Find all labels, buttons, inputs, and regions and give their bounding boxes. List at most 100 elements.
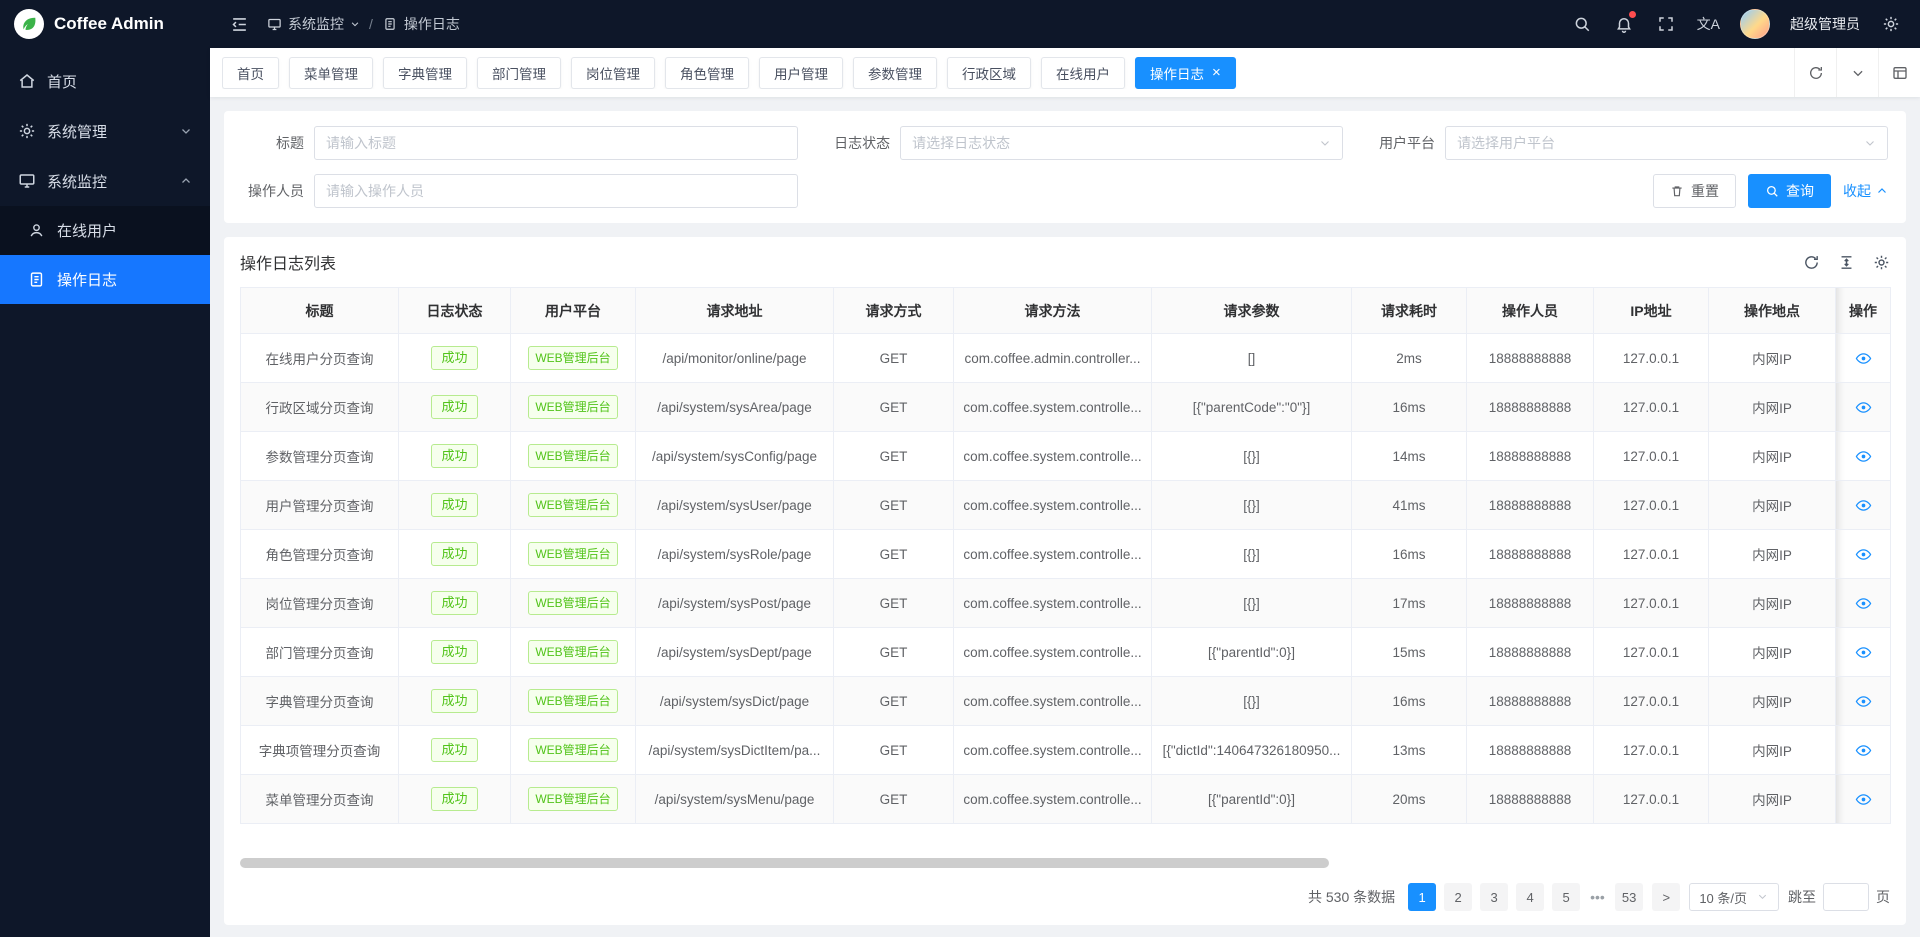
log-icon bbox=[382, 16, 398, 32]
pagination-total: 共 530 条数据 bbox=[1308, 887, 1395, 907]
fullscreen-icon[interactable] bbox=[1655, 13, 1677, 35]
density-icon[interactable] bbox=[1838, 254, 1855, 271]
cell-operator: 18888888888 bbox=[1467, 579, 1594, 628]
cell-operator: 18888888888 bbox=[1467, 383, 1594, 432]
pagination-ellipsis[interactable]: ••• bbox=[1588, 889, 1607, 905]
cell-request-method: GET bbox=[834, 432, 954, 481]
cell-status: 成功 bbox=[399, 775, 511, 824]
cell-platform: WEB管理后台 bbox=[511, 677, 636, 726]
search-icon[interactable] bbox=[1571, 13, 1593, 35]
cell-ip: 127.0.0.1 bbox=[1594, 775, 1709, 824]
collapse-filters-link[interactable]: 收起 bbox=[1843, 181, 1888, 201]
view-detail-icon[interactable] bbox=[1855, 497, 1872, 514]
pagination-page-53[interactable]: 53 bbox=[1615, 883, 1643, 911]
tab-label: 行政区域 bbox=[962, 63, 1016, 83]
view-detail-icon[interactable] bbox=[1855, 693, 1872, 710]
title-input[interactable] bbox=[326, 135, 786, 151]
sidebar-item-operation-log[interactable]: 操作日志 bbox=[0, 255, 210, 304]
tab-item[interactable]: 行政区域 bbox=[947, 57, 1031, 89]
column-settings-gear-icon[interactable] bbox=[1873, 254, 1890, 271]
cell-request-time: 2ms bbox=[1352, 334, 1467, 383]
horizontal-scrollbar-thumb[interactable] bbox=[240, 858, 1329, 868]
user-name[interactable]: 超级管理员 bbox=[1790, 14, 1860, 34]
view-detail-icon[interactable] bbox=[1855, 742, 1872, 759]
tab-item[interactable]: 菜单管理 bbox=[289, 57, 373, 89]
tab-list: 首页 菜单管理 字典管理部门管理岗位管理角色管理用户管理参数管理 行政区域 在线用户操作… bbox=[222, 57, 1794, 89]
view-detail-icon[interactable] bbox=[1855, 546, 1872, 563]
reset-button[interactable]: 重置 bbox=[1653, 174, 1736, 208]
language-switch-icon[interactable]: 文A bbox=[1697, 14, 1720, 34]
platform-badge: WEB管理后台 bbox=[528, 640, 617, 664]
cell-request-params: [{"dictId":140647326180950... bbox=[1152, 726, 1352, 775]
sidebar-item-online-users[interactable]: 在线用户 bbox=[0, 206, 210, 255]
pagination-page-1[interactable]: 1 bbox=[1408, 883, 1436, 911]
cell-status: 成功 bbox=[399, 530, 511, 579]
settings-gear-icon[interactable] bbox=[1880, 13, 1902, 35]
tab-item[interactable]: 参数管理 bbox=[853, 57, 937, 89]
pagination-page-5[interactable]: 5 bbox=[1552, 883, 1580, 911]
view-detail-icon[interactable] bbox=[1855, 350, 1872, 367]
status-badge: 成功 bbox=[431, 640, 477, 664]
tab-item[interactable]: 岗位管理 bbox=[571, 57, 655, 89]
filter-title: 标题 bbox=[242, 126, 798, 160]
gear-icon bbox=[18, 122, 36, 140]
log-status-select[interactable] bbox=[900, 126, 1343, 160]
column-header: 请求耗时 bbox=[1352, 288, 1467, 334]
cell-ip: 127.0.0.1 bbox=[1594, 383, 1709, 432]
cell-request-method: GET bbox=[834, 383, 954, 432]
pagination-page-2[interactable]: 2 bbox=[1444, 883, 1472, 911]
view-detail-icon[interactable] bbox=[1855, 791, 1872, 808]
avatar[interactable] bbox=[1740, 9, 1770, 39]
view-detail-icon[interactable] bbox=[1855, 399, 1872, 416]
cell-operator: 18888888888 bbox=[1467, 775, 1594, 824]
cell-platform: WEB管理后台 bbox=[511, 579, 636, 628]
tab-item[interactable]: 部门管理 bbox=[477, 57, 561, 89]
page-size-select[interactable]: 10 条/页 bbox=[1689, 883, 1779, 911]
sidebar-collapse-icon[interactable] bbox=[228, 13, 250, 35]
sidebar-item-home[interactable]: 首页 bbox=[0, 56, 210, 106]
tab-item[interactable]: 操作日志× bbox=[1135, 57, 1236, 89]
tab-item[interactable]: 用户管理 bbox=[759, 57, 843, 89]
tab-item[interactable]: 角色管理 bbox=[665, 57, 749, 89]
platform-badge: WEB管理后台 bbox=[528, 395, 617, 419]
notification-bell-icon[interactable] bbox=[1613, 13, 1635, 35]
breadcrumb-item-operation-log[interactable]: 操作日志 bbox=[382, 14, 460, 34]
view-detail-icon[interactable] bbox=[1855, 644, 1872, 661]
log-status-select-input[interactable] bbox=[912, 135, 1319, 151]
view-detail-icon[interactable] bbox=[1855, 448, 1872, 465]
view-detail-icon[interactable] bbox=[1855, 595, 1872, 612]
layout-icon[interactable] bbox=[1878, 48, 1920, 97]
tab-close-icon[interactable]: × bbox=[1212, 65, 1221, 80]
sidebar-item-system-management[interactable]: 系统管理 bbox=[0, 106, 210, 156]
tab-item[interactable]: 字典管理 bbox=[383, 57, 467, 89]
pagination-page-3[interactable]: 3 bbox=[1480, 883, 1508, 911]
user-platform-select-input[interactable] bbox=[1457, 135, 1864, 151]
cell-ip: 127.0.0.1 bbox=[1594, 530, 1709, 579]
cell-title: 用户管理分页查询 bbox=[241, 481, 399, 530]
refresh-icon[interactable] bbox=[1794, 48, 1836, 97]
cell-status: 成功 bbox=[399, 432, 511, 481]
tab-item[interactable]: 首页 bbox=[222, 57, 279, 89]
operator-input[interactable] bbox=[326, 183, 786, 199]
app-logo: Coffee Admin bbox=[0, 0, 210, 48]
pagination-next-button[interactable]: > bbox=[1652, 883, 1680, 911]
search-button[interactable]: 查询 bbox=[1748, 174, 1831, 208]
user-platform-select[interactable] bbox=[1445, 126, 1888, 160]
status-badge: 成功 bbox=[431, 395, 477, 419]
breadcrumb-item-monitor[interactable]: 系统监控 bbox=[266, 14, 360, 34]
cell-location: 内网IP bbox=[1709, 481, 1836, 530]
tab-options-chevron-icon[interactable] bbox=[1836, 48, 1878, 97]
pagination-page-4[interactable]: 4 bbox=[1516, 883, 1544, 911]
sidebar-item-label: 系统监控 bbox=[47, 171, 107, 192]
platform-badge: WEB管理后台 bbox=[528, 738, 617, 762]
tab-item[interactable]: 在线用户 bbox=[1041, 57, 1125, 89]
cell-request-params: [{}] bbox=[1152, 579, 1352, 628]
cell-request-url: /api/system/sysConfig/page bbox=[636, 432, 834, 481]
table-toolbar bbox=[1803, 254, 1890, 271]
jump-page-input[interactable] bbox=[1823, 883, 1869, 911]
platform-badge: WEB管理后台 bbox=[528, 689, 617, 713]
refresh-icon[interactable] bbox=[1803, 254, 1820, 271]
tab-label: 菜单管理 bbox=[304, 63, 358, 83]
cell-request-handler: com.coffee.admin.controller... bbox=[954, 334, 1152, 383]
sidebar-item-system-monitor[interactable]: 系统监控 bbox=[0, 156, 210, 206]
